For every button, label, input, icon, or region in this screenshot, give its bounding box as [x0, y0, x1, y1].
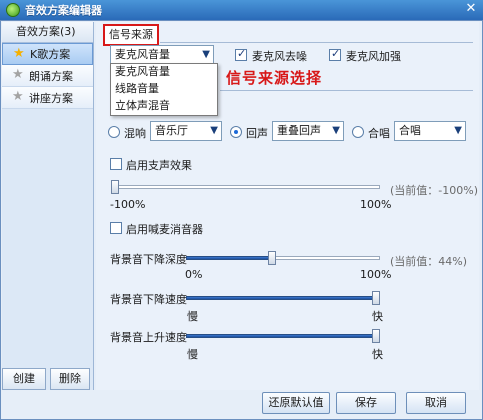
echo-value: 重叠回声 [277, 124, 321, 137]
bg-lower-depth-label: 背景音下降深度 [110, 253, 187, 266]
title-bar: 音效方案编辑器 ✕ [0, 0, 483, 20]
rumble-slider-thumb[interactable] [111, 180, 119, 194]
window-title: 音效方案编辑器 [25, 4, 102, 17]
rumble-label: 启用支声效果 [126, 159, 192, 172]
mic-boost-checkbox[interactable] [329, 47, 341, 61]
echo-radio[interactable] [230, 126, 242, 138]
echo-label: 回声 [246, 127, 268, 140]
bg-rise-speed-thumb[interactable] [372, 329, 380, 343]
chorus-label: 合唱 [368, 127, 390, 140]
create-button[interactable]: 创建 [2, 368, 46, 390]
anti-howl-label: 启用喊麦消音器 [126, 223, 203, 236]
reverb-radio[interactable] [108, 126, 120, 138]
save-button[interactable]: 保存 [336, 392, 396, 414]
bg-lower-speed-fill[interactable] [186, 296, 376, 300]
sidebar-header: 音效方案(3) [2, 22, 93, 43]
gold-star-icon: ★ [13, 45, 25, 61]
rumble-checkbox[interactable] [110, 158, 122, 170]
bg-lower-speed-label: 背景音下降速度 [110, 293, 187, 306]
menu-item-stereo-mix[interactable]: 立体声混音 [111, 98, 217, 115]
delete-button[interactable]: 删除 [50, 368, 90, 390]
reverb-label: 混响 [124, 127, 146, 140]
close-icon[interactable]: ✕ [463, 2, 479, 18]
bg-lower-speed-thumb[interactable] [372, 291, 380, 305]
rumble-min-label: -100% [110, 198, 146, 211]
chevron-down-icon: ▼ [202, 49, 210, 60]
grey-star-icon: ★ [12, 89, 24, 104]
signal-source-menu: 麦克风音量 线路音量 立体声混音 [110, 63, 218, 116]
reverb-value: 音乐厅 [155, 124, 188, 137]
chevron-down-icon: ▼ [454, 125, 462, 136]
mic-denoise-label: 麦克风去噪 [252, 50, 307, 63]
echo-select[interactable]: 重叠回声 ▼ [272, 121, 344, 141]
rumble-max-label: 100% [360, 198, 392, 211]
scheme-label: 朗诵方案 [29, 69, 73, 83]
bg-rise-speed-fill[interactable] [186, 334, 376, 338]
restore-defaults-button[interactable]: 还原默认值 [262, 392, 330, 414]
grey-star-icon: ★ [12, 67, 24, 82]
rumble-current-value: (当前值：-100%) [390, 184, 478, 197]
scheme-item-karaoke[interactable]: ★ K歌方案 [2, 43, 93, 65]
cancel-button[interactable]: 取消 [406, 392, 466, 414]
bg-lower-depth-max-label: 100% [360, 268, 392, 281]
bg-lower-depth-min-label: 0% [185, 268, 203, 281]
annotation-text: 信号来源选择 [226, 69, 323, 87]
section-divider [160, 42, 473, 43]
bg-lower-depth-track[interactable] [272, 256, 380, 260]
bg-rise-speed-slow-label: 慢 [187, 348, 198, 361]
bg-lower-depth-fill[interactable] [186, 256, 272, 260]
bg-rise-speed-label: 背景音上升速度 [110, 331, 187, 344]
rumble-slider-track[interactable] [112, 185, 380, 189]
bg-lower-depth-thumb[interactable] [268, 251, 276, 265]
divider [220, 90, 473, 91]
scheme-sidebar: 音效方案(3) ★ K歌方案 ★ 朗诵方案 ★ 讲座方案 [2, 22, 94, 390]
sidebar-actions: 创建 删除 [2, 368, 94, 390]
chevron-down-icon: ▼ [210, 125, 218, 136]
scheme-item-lecture[interactable]: ★ 讲座方案 [2, 87, 93, 109]
chevron-down-icon: ▼ [332, 125, 340, 136]
scheme-label: 讲座方案 [29, 91, 73, 105]
scheme-editor-panel: 信号来源 麦克风音量 ▼ 麦克风去噪 麦克风加强 麦克风音量 线路音量 立体声混… [96, 22, 479, 390]
reverb-select[interactable]: 音乐厅 ▼ [150, 121, 222, 141]
signal-source-value: 麦克风音量 [115, 48, 170, 61]
mic-boost-label: 麦克风加强 [346, 50, 401, 63]
scheme-label: K歌方案 [30, 48, 71, 61]
bg-lower-depth-current-value: (当前值：44%) [390, 255, 468, 268]
bg-lower-speed-fast-label: 快 [372, 310, 383, 323]
signal-source-select[interactable]: 麦克风音量 ▼ [110, 45, 214, 65]
mic-denoise-checkbox[interactable] [235, 47, 247, 61]
chorus-select[interactable]: 合唱 ▼ [394, 121, 466, 141]
bg-rise-speed-fast-label: 快 [372, 348, 383, 361]
scheme-item-recitation[interactable]: ★ 朗诵方案 [2, 65, 93, 87]
app-icon [6, 3, 20, 17]
chorus-radio[interactable] [352, 126, 364, 138]
menu-item-mic-volume[interactable]: 麦克风音量 [111, 64, 217, 81]
chorus-value: 合唱 [399, 124, 421, 137]
bg-lower-speed-slow-label: 慢 [187, 310, 198, 323]
section-title-signal-source: 信号来源 [103, 24, 159, 46]
menu-item-line-volume[interactable]: 线路音量 [111, 81, 217, 98]
anti-howl-checkbox[interactable] [110, 222, 122, 234]
